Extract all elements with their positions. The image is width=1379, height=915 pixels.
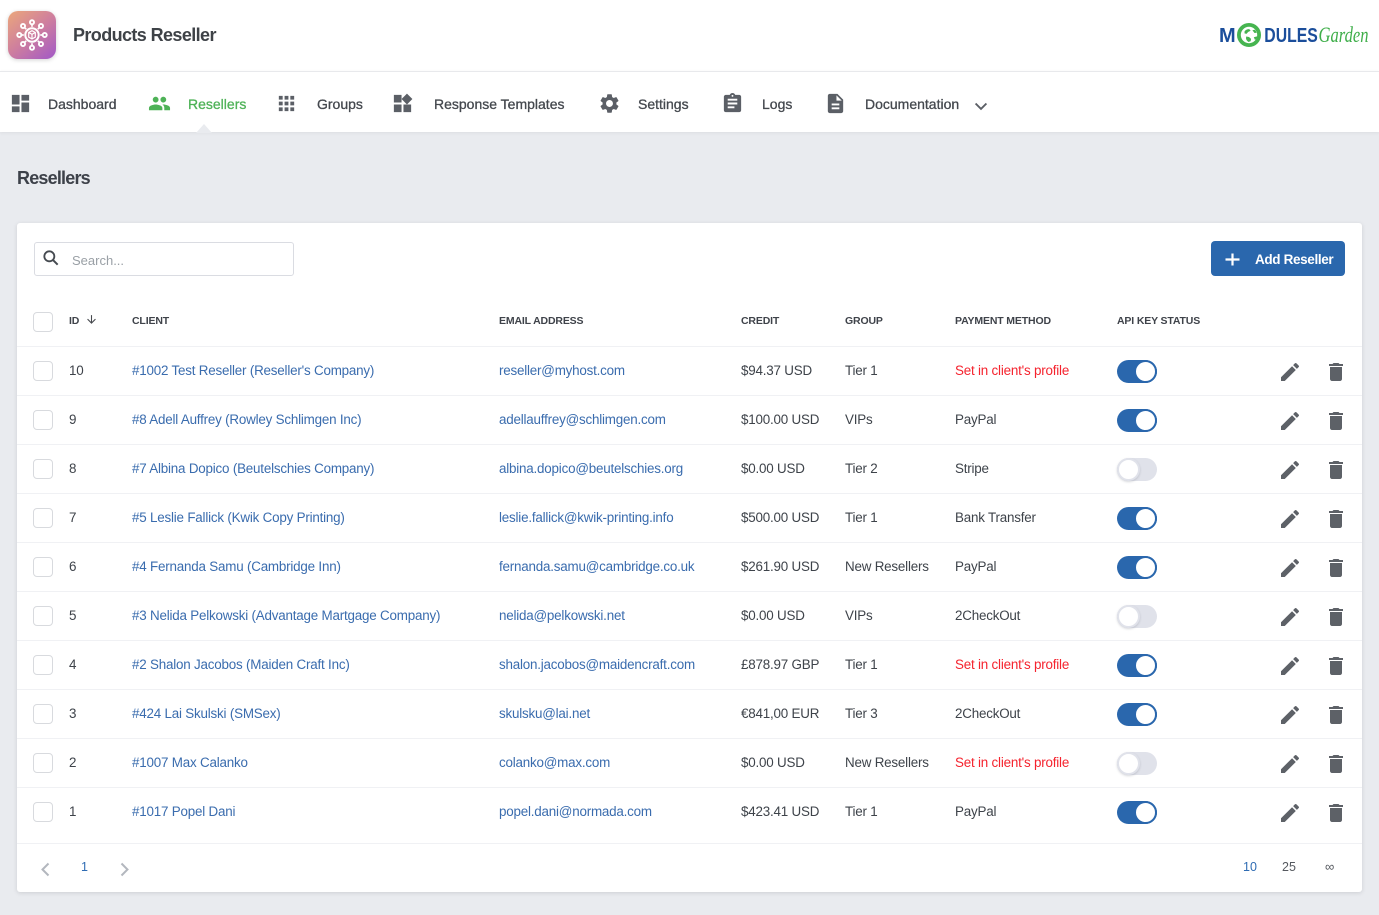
svg-text:M: M: [1219, 25, 1236, 47]
svg-text:DULES: DULES: [1264, 25, 1318, 47]
svg-text:Garden: Garden: [1319, 22, 1369, 47]
